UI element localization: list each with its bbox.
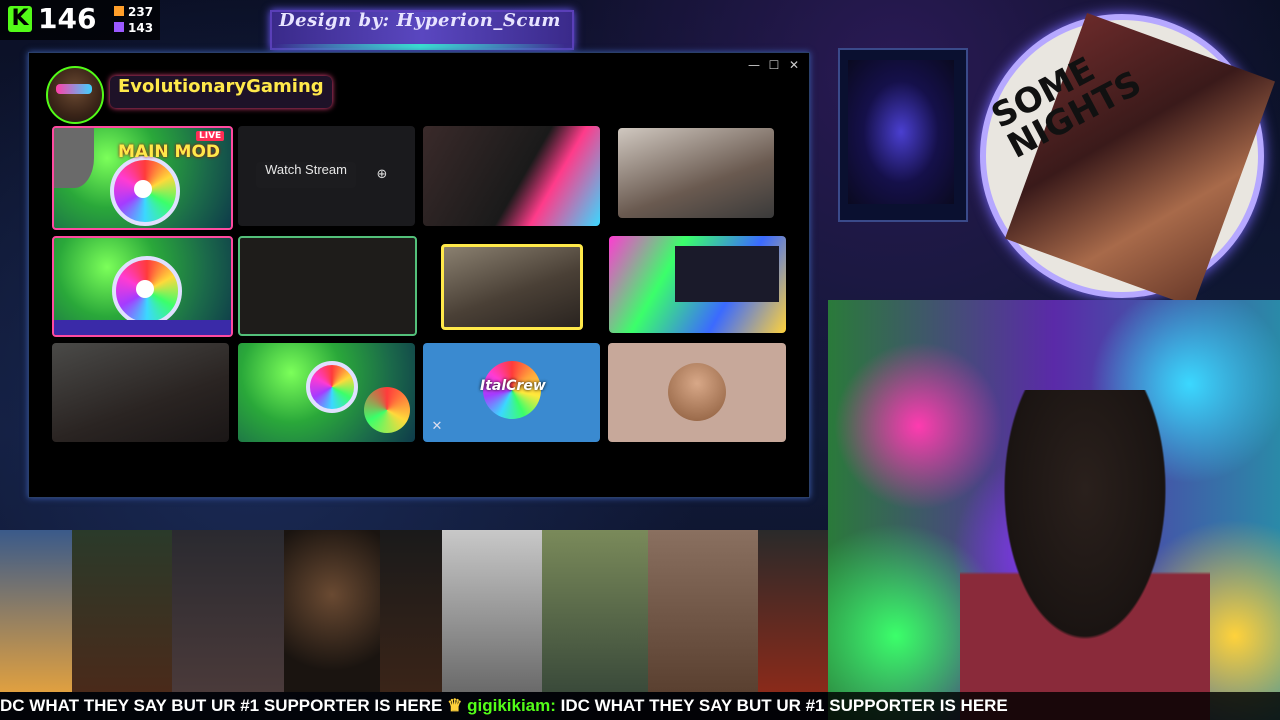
muted-mic-icon: ✕ bbox=[431, 419, 443, 434]
tile-screen-share[interactable] bbox=[609, 236, 786, 333]
ticker-message: IDC WHAT THEY SAY BUT UR #1 SUPPORTER IS… bbox=[560, 696, 1008, 715]
channel-name: EvolutionaryGaming bbox=[110, 76, 332, 108]
tile-wheel-stream-2[interactable] bbox=[238, 343, 415, 442]
tile-webcam-3[interactable] bbox=[441, 244, 583, 330]
watch-stream-button[interactable]: Watch Stream bbox=[256, 162, 356, 188]
gorilla-avatar bbox=[54, 128, 94, 188]
close-button[interactable]: ✕ bbox=[784, 56, 804, 74]
streamer-figure bbox=[960, 390, 1210, 720]
main-mod-label: MAIN MOD bbox=[118, 142, 221, 162]
avatar-glasses bbox=[56, 84, 92, 94]
design-credit-text: Design by: Hyperion_Scum bbox=[279, 10, 561, 31]
tile-speaking-empty[interactable] bbox=[238, 236, 417, 336]
kick-logo-icon: K bbox=[8, 6, 32, 32]
strip-avatar-cathedral bbox=[442, 530, 542, 692]
stat-top-value: 237 bbox=[128, 5, 154, 19]
strip-avatar-girl bbox=[380, 530, 442, 692]
tile-webcam-1[interactable] bbox=[423, 126, 600, 226]
crown-icon: ♛ bbox=[447, 696, 463, 715]
stat-bottom-value: 143 bbox=[128, 21, 154, 35]
watch-stream-icon[interactable]: ⊕ bbox=[370, 164, 394, 186]
strip-avatar-anime bbox=[172, 530, 284, 692]
channel-avatar[interactable] bbox=[46, 66, 104, 124]
tile-user-avatar[interactable] bbox=[608, 343, 786, 442]
live-badge: LIVE bbox=[196, 131, 225, 141]
prize-wheel-icon bbox=[306, 361, 358, 413]
strip-avatar-shirtless bbox=[648, 530, 758, 692]
window-controls: — ☐ ✕ bbox=[744, 54, 808, 72]
lightning-visualizer bbox=[848, 60, 954, 204]
maximize-button[interactable]: ☐ bbox=[764, 56, 784, 74]
strip-avatar-fisherman bbox=[542, 530, 648, 692]
bars-icon bbox=[114, 22, 124, 32]
chat-ticker-text: DC WHAT THEY SAY BUT UR #1 SUPPORTER IS … bbox=[0, 696, 1008, 716]
shared-screen bbox=[675, 246, 779, 302]
strip-avatar-redbeard bbox=[758, 530, 828, 692]
user-avatar bbox=[668, 363, 726, 421]
banner-decoration bbox=[275, 44, 565, 50]
flame-icon bbox=[114, 6, 124, 16]
stat-top: 237 bbox=[114, 5, 153, 19]
tile-webcam-2[interactable] bbox=[618, 128, 774, 218]
wheel-hub bbox=[134, 180, 152, 198]
strip-avatar-man bbox=[72, 530, 172, 692]
strip-avatar-monkey bbox=[284, 530, 380, 692]
minimize-button[interactable]: — bbox=[744, 56, 764, 74]
party-avatar-label: ItalCrew bbox=[480, 378, 546, 394]
follower-count: 146 bbox=[38, 2, 97, 35]
strip-avatar-duck bbox=[0, 530, 72, 692]
ticker-lead-text: DC WHAT THEY SAY BUT UR #1 SUPPORTER IS … bbox=[0, 696, 443, 715]
sticker bbox=[364, 387, 410, 433]
ticker-username: gigikikiam: bbox=[467, 696, 556, 715]
wheel-hub bbox=[136, 280, 154, 298]
stat-bottom: 143 bbox=[114, 21, 153, 35]
tile-wheel-stream[interactable] bbox=[52, 236, 233, 337]
stream-bar bbox=[54, 320, 231, 335]
tile-game-stream[interactable] bbox=[52, 343, 229, 442]
